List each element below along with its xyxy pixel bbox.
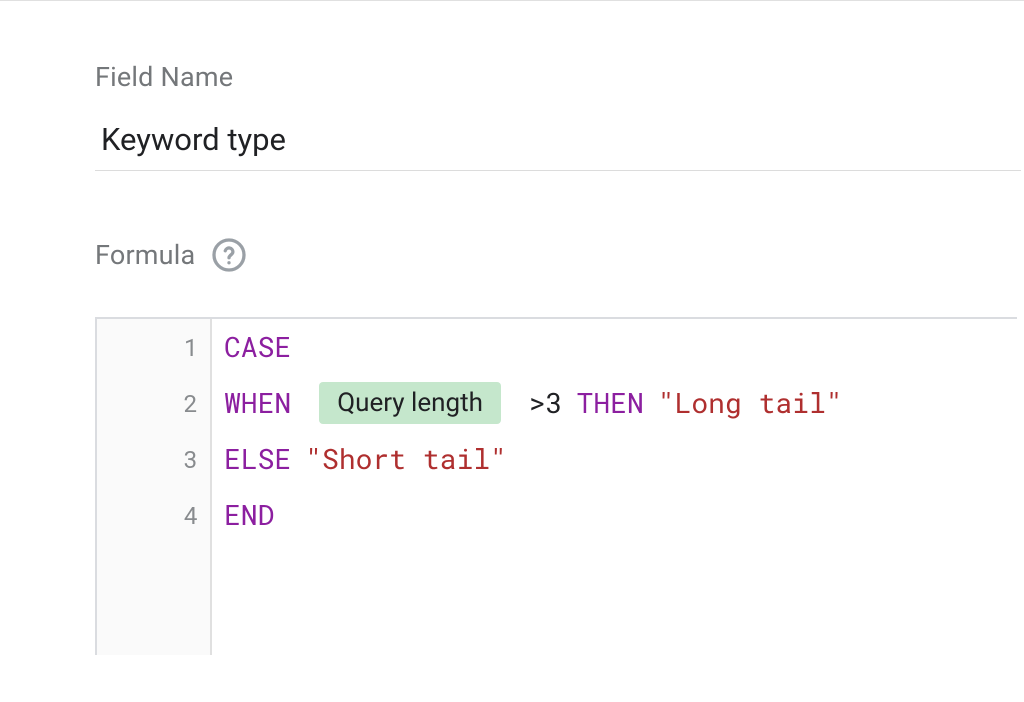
formula-header: Formula — [95, 237, 1024, 273]
formula-editor[interactable]: 1 2 3 4 CASE WHEN Query length >3 THEN "… — [95, 317, 1017, 655]
field-name-input[interactable] — [95, 121, 1021, 171]
code-line: WHEN Query length >3 THEN "Long tail" — [224, 375, 843, 431]
calculated-field-editor: Field Name Formula 1 2 3 4 CASE WHEN — [0, 1, 1024, 655]
field-chip-query-length[interactable]: Query length — [319, 382, 501, 424]
keyword-case: CASE — [224, 333, 291, 361]
string-literal: "Long tail" — [658, 389, 843, 417]
line-number: 4 — [97, 487, 198, 543]
help-icon[interactable] — [211, 237, 247, 273]
code-line: CASE — [224, 319, 843, 375]
keyword-when: WHEN — [224, 389, 291, 417]
line-gutter: 1 2 3 4 — [97, 319, 212, 655]
string-literal: "Short tail" — [305, 445, 507, 473]
code-area[interactable]: CASE WHEN Query length >3 THEN "Long tai… — [212, 319, 843, 655]
line-number — [97, 543, 198, 599]
keyword-then: THEN — [577, 389, 644, 417]
operator: >3 — [529, 389, 563, 417]
code-line: END — [224, 487, 843, 543]
line-number — [97, 599, 198, 655]
line-number: 1 — [97, 319, 198, 375]
field-name-label: Field Name — [95, 61, 1024, 93]
line-number: 3 — [97, 431, 198, 487]
formula-label: Formula — [95, 239, 195, 271]
line-number: 2 — [97, 375, 198, 431]
keyword-end: END — [224, 501, 274, 529]
code-line: ELSE "Short tail" — [224, 431, 843, 487]
keyword-else: ELSE — [224, 445, 291, 473]
